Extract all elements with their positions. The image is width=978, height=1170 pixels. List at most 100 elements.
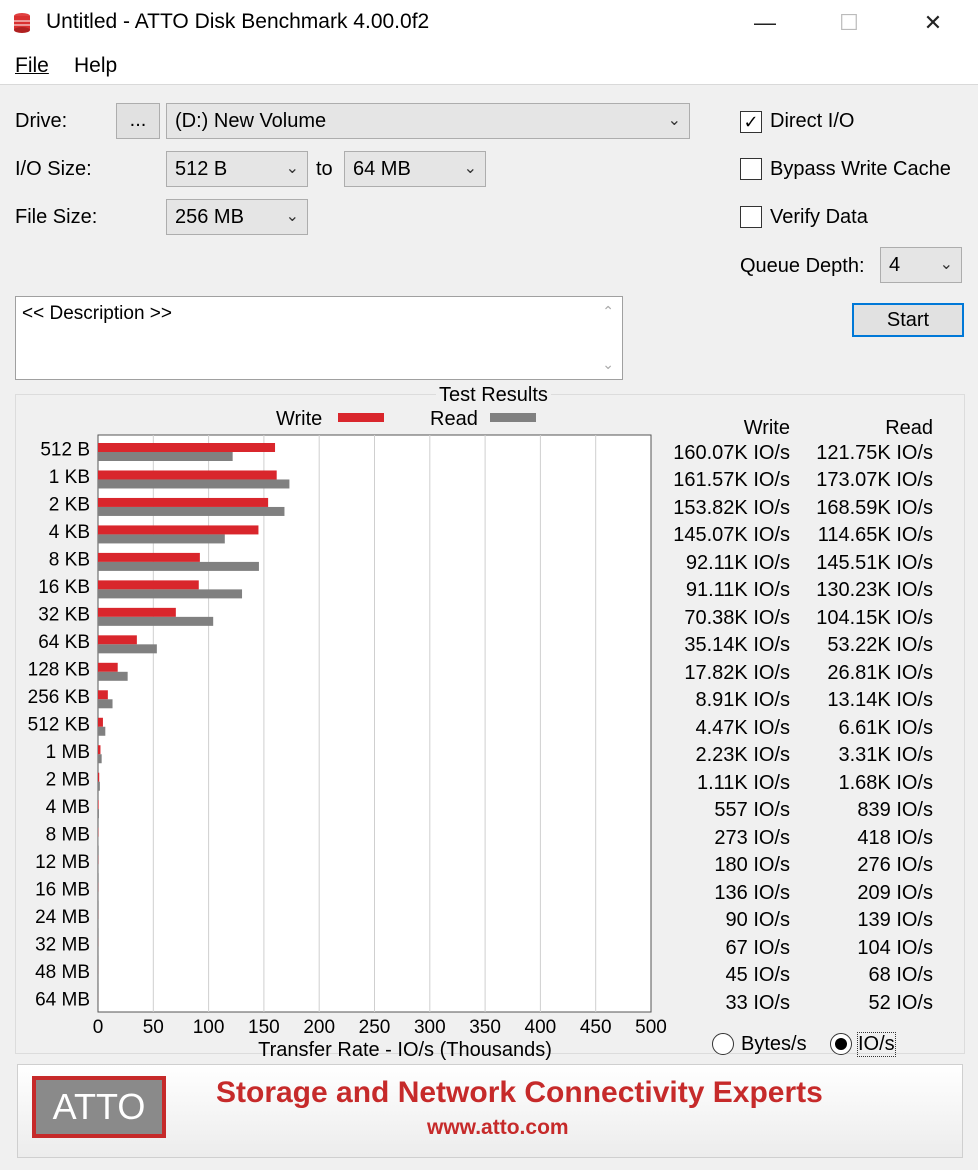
write-result-value: 4.47K IO/s [695, 716, 791, 739]
read-result-value: 68 IO/s [868, 964, 933, 987]
write-bar [98, 717, 103, 727]
read-bar [98, 781, 100, 791]
y-tick-label: 64 MB [35, 989, 90, 1010]
bytes-per-second-radio[interactable] [712, 1033, 734, 1055]
write-result-value: 70.38K IO/s [684, 606, 790, 629]
write-result-value: 557 IO/s [714, 799, 790, 822]
read-result-value: 168.59K IO/s [816, 496, 933, 519]
write-bar [98, 607, 176, 617]
y-tick-label: 128 KB [28, 660, 90, 681]
read-result-value: 26.81K IO/s [827, 661, 933, 684]
legend-read-label: Read [430, 408, 478, 430]
read-bar [98, 809, 99, 819]
y-tick-label: 1 MB [46, 742, 90, 763]
x-tick-label: 400 [525, 1017, 557, 1038]
read-bar [98, 754, 102, 764]
x-tick-label: 250 [359, 1017, 391, 1038]
x-tick-label: 500 [635, 1017, 667, 1038]
y-tick-label: 48 MB [35, 962, 90, 983]
write-result-value: 145.07K IO/s [673, 524, 790, 547]
write-bar [98, 443, 276, 452]
x-tick-label: 0 [93, 1017, 104, 1038]
read-result-value: 114.65K IO/s [817, 524, 933, 547]
read-result-value: 209 IO/s [857, 881, 933, 904]
y-tick-label: 4 MB [46, 797, 90, 818]
y-tick-label: 64 KB [38, 632, 90, 653]
x-axis-label: Transfer Rate - IO/s (Thousands) [258, 1039, 552, 1061]
y-tick-label: 512 KB [28, 715, 90, 736]
x-tick-label: 450 [580, 1017, 612, 1038]
write-result-value: 153.82K IO/s [673, 496, 790, 519]
write-result-value: 91.11K IO/s [685, 579, 790, 602]
x-tick-label: 100 [193, 1017, 225, 1038]
read-result-value: 1.68K IO/s [838, 771, 934, 794]
read-bar [98, 506, 285, 516]
read-result-value: 13.14K IO/s [827, 689, 933, 712]
write-result-value: 273 IO/s [714, 826, 790, 849]
y-tick-label: 8 MB [46, 824, 90, 845]
read-bar [98, 534, 225, 544]
write-result-value: 33 IO/s [725, 991, 790, 1014]
write-result-value: 90 IO/s [725, 909, 790, 932]
write-result-value: 92.11K IO/s [685, 551, 790, 574]
read-result-value: 121.75K IO/s [816, 442, 933, 464]
read-result-value: 173.07K IO/s [816, 469, 933, 492]
read-result-value: 104 IO/s [857, 936, 933, 959]
read-result-value: 3.31K IO/s [838, 744, 934, 767]
read-bar [98, 671, 128, 681]
write-column-header: Write [743, 417, 790, 439]
write-result-value: 160.07K IO/s [673, 442, 790, 464]
y-tick-label: 32 KB [38, 605, 90, 626]
write-bar [98, 525, 259, 535]
y-tick-label: 12 MB [35, 852, 90, 873]
write-bar [98, 497, 269, 507]
read-bar [98, 452, 233, 461]
write-bar [98, 580, 199, 590]
write-result-value: 2.23K IO/s [695, 744, 791, 767]
x-tick-label: 300 [414, 1017, 446, 1038]
write-result-value: 180 IO/s [714, 854, 790, 877]
write-result-value: 45 IO/s [725, 964, 790, 987]
read-result-value: 139 IO/s [857, 909, 933, 932]
read-result-value: 839 IO/s [857, 799, 933, 822]
read-bar [98, 479, 290, 489]
atto-logo-text: ATTO [36, 1080, 162, 1134]
y-tick-label: 24 MB [35, 907, 90, 928]
y-tick-label: 256 KB [28, 687, 90, 708]
read-column-header: Read [885, 417, 933, 439]
legend-write-swatch [338, 413, 384, 422]
read-bar [98, 561, 259, 571]
banner-tagline: Storage and Network Connectivity Experts [216, 1076, 823, 1109]
read-result-value: 418 IO/s [857, 826, 933, 849]
write-bar [98, 690, 108, 700]
legend-write-label: Write [276, 408, 323, 430]
write-result-value: 1.11K IO/s [696, 771, 790, 794]
x-tick-label: 150 [248, 1017, 280, 1038]
y-tick-label: 4 KB [49, 522, 90, 543]
read-bar [98, 726, 106, 736]
write-result-value: 67 IO/s [725, 936, 790, 959]
read-bar [98, 644, 157, 654]
read-result-value: 6.61K IO/s [838, 716, 934, 739]
io-per-second-radio[interactable] [830, 1033, 852, 1055]
read-result-value: 276 IO/s [857, 854, 933, 877]
y-tick-label: 2 MB [46, 769, 90, 790]
write-bar [98, 772, 100, 782]
write-bar [98, 662, 118, 672]
read-result-value: 145.51K IO/s [816, 551, 933, 574]
write-bar [98, 470, 277, 480]
write-bar [98, 635, 137, 645]
write-result-value: 136 IO/s [714, 881, 790, 904]
io-per-second-label: IO/s [857, 1032, 896, 1057]
read-result-value: 130.23K IO/s [816, 579, 933, 602]
write-result-value: 35.14K IO/s [684, 634, 790, 657]
x-tick-label: 50 [143, 1017, 164, 1038]
y-tick-label: 16 MB [35, 879, 90, 900]
banner-url[interactable]: www.atto.com [427, 1116, 569, 1140]
y-tick-label: 1 KB [49, 467, 90, 488]
read-bar [98, 616, 214, 626]
write-result-value: 161.57K IO/s [673, 469, 790, 492]
read-result-value: 104.15K IO/s [816, 606, 933, 629]
y-tick-label: 2 KB [49, 495, 90, 516]
write-result-value: 8.91K IO/s [695, 689, 791, 712]
